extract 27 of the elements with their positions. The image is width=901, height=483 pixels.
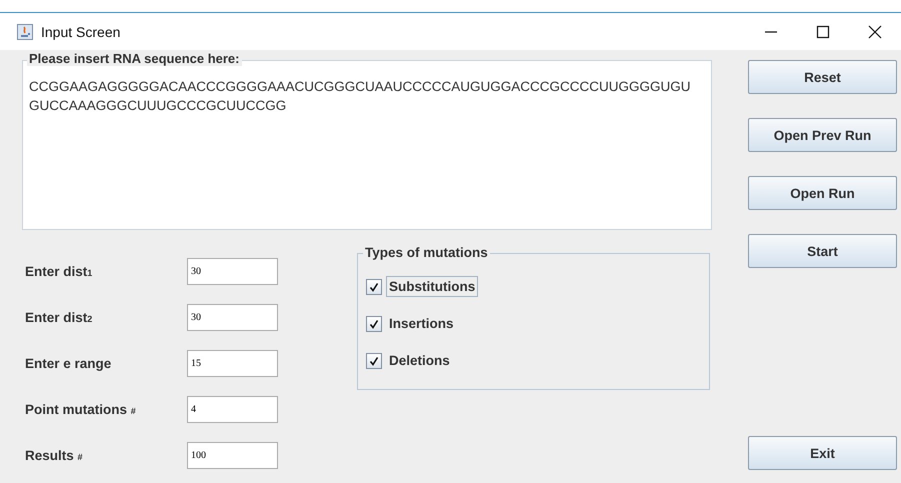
action-button[interactable]: Start [748, 234, 897, 268]
checkbox-label[interactable]: Deletions [386, 350, 453, 371]
maximize-icon [816, 24, 830, 38]
action-button[interactable]: Open Prev Run [748, 118, 897, 152]
input-field[interactable]: 100 [187, 442, 278, 469]
input-field[interactable]: 30 [187, 304, 278, 331]
minimize-icon [764, 30, 778, 32]
check-icon [369, 356, 379, 366]
action-button[interactable]: Reset [748, 60, 897, 94]
checkbox-label[interactable]: Insertions [386, 313, 457, 334]
checkbox[interactable] [366, 316, 382, 332]
close-icon [868, 24, 882, 38]
field-label: Enter e range [24, 356, 112, 371]
action-button[interactable]: Open Run [748, 176, 897, 210]
check-icon [369, 282, 379, 292]
window-title: Input Screen [41, 24, 122, 40]
checkbox[interactable] [366, 278, 382, 294]
group-title: Types of mutations [363, 245, 490, 260]
input-field[interactable]: 15 [187, 350, 278, 377]
sequence-text: CCGGAAGAGGGGGACAACCCGGGGAAACUCGGGCUAAUCCCCCAUGUGGACCCGCCCCUUGGGGUGU GUCCAAAGGGCUUUGCCCGCUUCCGG [29, 78, 692, 115]
input-field[interactable]: 4 [187, 396, 278, 423]
checkbox-label[interactable]: Substitutions [386, 276, 478, 297]
checkbox[interactable] [366, 352, 382, 368]
input-field[interactable]: 30 [187, 258, 278, 285]
sequence-label: Please insert RNA sequence here: [27, 51, 242, 66]
exit-button[interactable]: Exit [748, 436, 897, 470]
check-icon [369, 318, 379, 328]
